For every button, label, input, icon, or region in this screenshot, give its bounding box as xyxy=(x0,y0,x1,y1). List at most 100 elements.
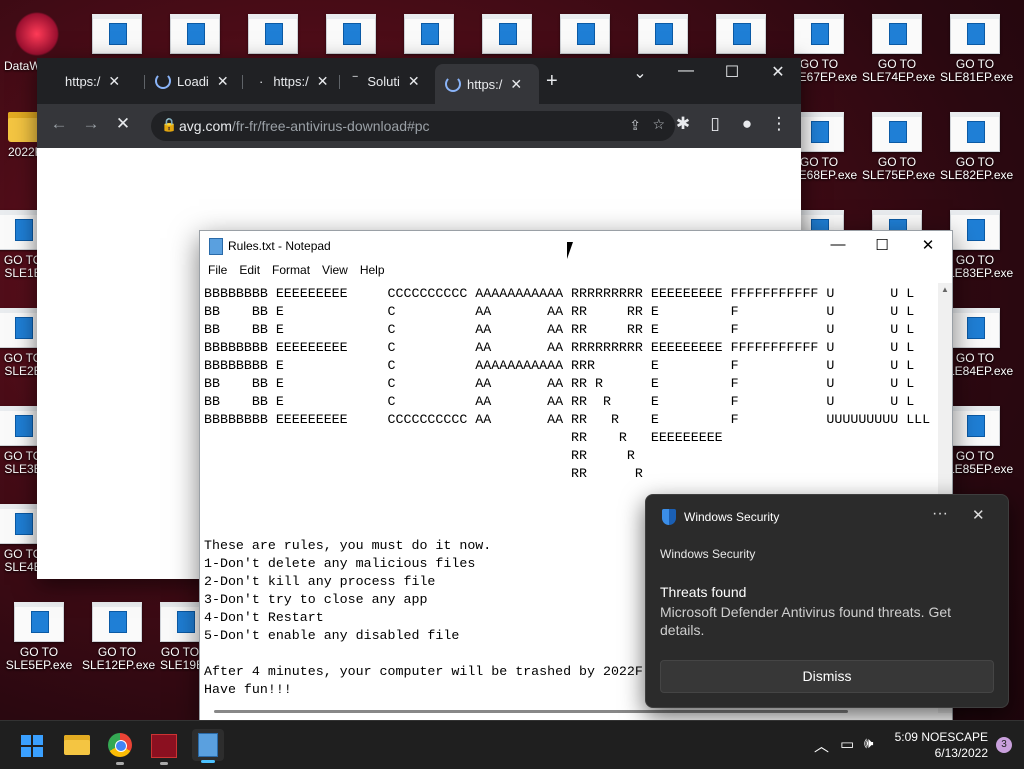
tab-separator xyxy=(144,75,145,89)
taskbar: ︿ ▭ 🕪 5:09 NOESCAPE 6/13/2022 3 xyxy=(0,720,1024,769)
close-button[interactable]: ✕ xyxy=(758,62,798,82)
side-panel-icon[interactable]: ▯ xyxy=(701,114,729,134)
windows-logo-icon xyxy=(21,735,43,757)
horizontal-scrollbar[interactable] xyxy=(214,710,848,713)
desktop-icon-exe[interactable]: GO TO SLE82EP.exe xyxy=(940,112,1014,182)
notification-toast[interactable]: Windows Security ··· ✕ Windows Security … xyxy=(645,494,1009,708)
desktop-icon-exe[interactable] xyxy=(706,14,776,58)
desktop-icon-label: GO TO SLE74EP.exe xyxy=(862,57,936,84)
stop-loading-icon[interactable]: ✕ xyxy=(109,114,137,134)
menu-file[interactable]: File xyxy=(206,261,233,281)
exe-icon xyxy=(950,112,1000,152)
tab-label: Loadi xyxy=(177,73,209,89)
exe-icon xyxy=(950,406,1000,446)
desktop-icon-exe[interactable] xyxy=(394,14,464,58)
favicon-icon: · xyxy=(259,73,264,89)
profile-icon[interactable]: ● xyxy=(733,114,761,134)
close-button[interactable]: ✕ xyxy=(908,236,948,254)
notepad-taskbar-icon[interactable] xyxy=(192,729,224,763)
notification-badge[interactable]: 3 xyxy=(996,737,1012,753)
exe-icon xyxy=(404,14,454,54)
tab-separator xyxy=(339,75,340,89)
exe-icon xyxy=(950,210,1000,250)
exe-icon xyxy=(14,602,64,642)
tab-close-icon[interactable]: ✕ xyxy=(217,73,229,90)
desktop-icon-exe[interactable]: GO TO SLE74EP.exe xyxy=(862,14,936,84)
tab-label: https:/ xyxy=(273,73,309,89)
exe-icon xyxy=(560,14,610,54)
malware-app-icon[interactable] xyxy=(148,729,180,765)
browser-tab[interactable]: ‾ Soluti ✕ xyxy=(353,70,420,92)
url-text: avg.com/fr-fr/free-antivirus-download#pc xyxy=(179,118,430,134)
maximize-button[interactable]: ☐ xyxy=(862,236,902,254)
exe-icon xyxy=(950,14,1000,54)
start-button[interactable] xyxy=(16,729,48,761)
exe-icon xyxy=(160,602,200,642)
desktop-icon-exe[interactable]: GO TO SLE5EP.exe xyxy=(4,602,74,672)
tab-search-icon[interactable]: ⌄ xyxy=(620,63,660,83)
exe-icon xyxy=(482,14,532,54)
app-logo-icon xyxy=(11,8,63,60)
tab-close-icon[interactable]: ✕ xyxy=(317,73,329,90)
desktop-icon-exe[interactable] xyxy=(550,14,620,58)
browser-tab-active[interactable]: https:/ ✕ xyxy=(435,64,539,104)
clock[interactable]: 5:09 NOESCAPE 6/13/2022 xyxy=(895,729,988,761)
desktop-icon-exe[interactable]: GO TO SLE75EP.exe xyxy=(862,112,936,182)
desktop-icon-exe[interactable] xyxy=(316,14,386,58)
share-icon[interactable]: ⇪ xyxy=(629,117,641,134)
desktop-icon-exe[interactable]: GO TO SLE12EP.exe xyxy=(82,602,155,672)
desktop-icon-exe[interactable] xyxy=(82,14,152,58)
network-icon[interactable]: ▭ xyxy=(840,735,854,753)
mouse-cursor-icon xyxy=(567,242,579,259)
exe-icon xyxy=(716,14,766,54)
forward-arrow-icon[interactable]: → xyxy=(77,114,105,134)
toast-message: Microsoft Defender Antivirus found threa… xyxy=(660,604,952,638)
desktop-icon-label: GO TO SLE5EP.exe xyxy=(5,645,73,672)
desktop-icon-label: GO TO SLE75EP.exe xyxy=(862,155,936,182)
close-icon[interactable]: ✕ xyxy=(972,506,985,524)
minimize-button[interactable]: — xyxy=(666,62,706,80)
dismiss-button[interactable]: Dismiss xyxy=(660,660,994,693)
menu-kebab-icon[interactable]: ⋮ xyxy=(765,114,793,134)
desktop-icon-exe[interactable] xyxy=(238,14,308,58)
tab-label: https:/ xyxy=(467,76,503,92)
exe-icon xyxy=(950,308,1000,348)
menu-view[interactable]: View xyxy=(320,261,354,281)
desktop-icon-label: GO TO SLE82EP.exe xyxy=(940,155,1014,182)
desktop-icon-exe[interactable]: GO TO SLE81EP.exe xyxy=(940,14,1014,84)
scroll-up-icon[interactable]: ▲ xyxy=(941,285,949,294)
more-options-icon[interactable]: ··· xyxy=(932,505,948,523)
new-tab-button[interactable]: + xyxy=(546,70,558,92)
minimize-button[interactable]: — xyxy=(818,236,858,253)
exe-icon xyxy=(248,14,298,54)
maximize-button[interactable]: ☐ xyxy=(712,62,752,82)
file-explorer-icon[interactable] xyxy=(61,729,93,761)
chrome-icon[interactable] xyxy=(104,729,136,765)
loading-spinner-icon xyxy=(445,76,461,92)
volume-icon[interactable]: 🕪 xyxy=(864,735,873,752)
loading-spinner-icon xyxy=(155,73,171,89)
menu-format[interactable]: Format xyxy=(270,261,316,281)
desktop-icon-exe[interactable] xyxy=(472,14,542,58)
menu-help[interactable]: Help xyxy=(358,261,391,281)
browser-tab[interactable]: Loadi ✕ xyxy=(155,70,229,92)
desktop-icon-label: GO TO SLE81EP.exe xyxy=(940,57,1014,84)
clock-date: 6/13/2022 xyxy=(934,746,988,760)
browser-tab[interactable]: · https:/ ✕ xyxy=(259,70,329,92)
shield-icon xyxy=(662,509,676,525)
tab-close-icon[interactable]: ✕ xyxy=(408,73,420,90)
address-bar[interactable]: 🔒 avg.com/fr-fr/free-antivirus-download#… xyxy=(151,111,675,141)
browser-tab[interactable]: https:/ ✕ xyxy=(65,70,120,92)
desktop-icon-exe[interactable] xyxy=(628,14,698,58)
menu-edit[interactable]: Edit xyxy=(237,261,266,281)
desktop-icon-exe[interactable] xyxy=(160,14,230,58)
chevron-up-icon[interactable]: ︿ xyxy=(814,735,829,756)
exe-icon xyxy=(92,14,142,54)
tab-close-icon[interactable]: ✕ xyxy=(510,76,522,93)
bookmark-star-icon[interactable]: ☆ xyxy=(652,116,665,133)
tab-close-icon[interactable]: ✕ xyxy=(108,73,120,90)
tab-label: https:/ xyxy=(65,73,101,89)
back-arrow-icon[interactable]: ← xyxy=(45,114,73,134)
extensions-icon[interactable]: ✱ xyxy=(669,114,697,134)
desktop-icon-exe[interactable]: GO TO SLE19E xyxy=(160,602,200,672)
